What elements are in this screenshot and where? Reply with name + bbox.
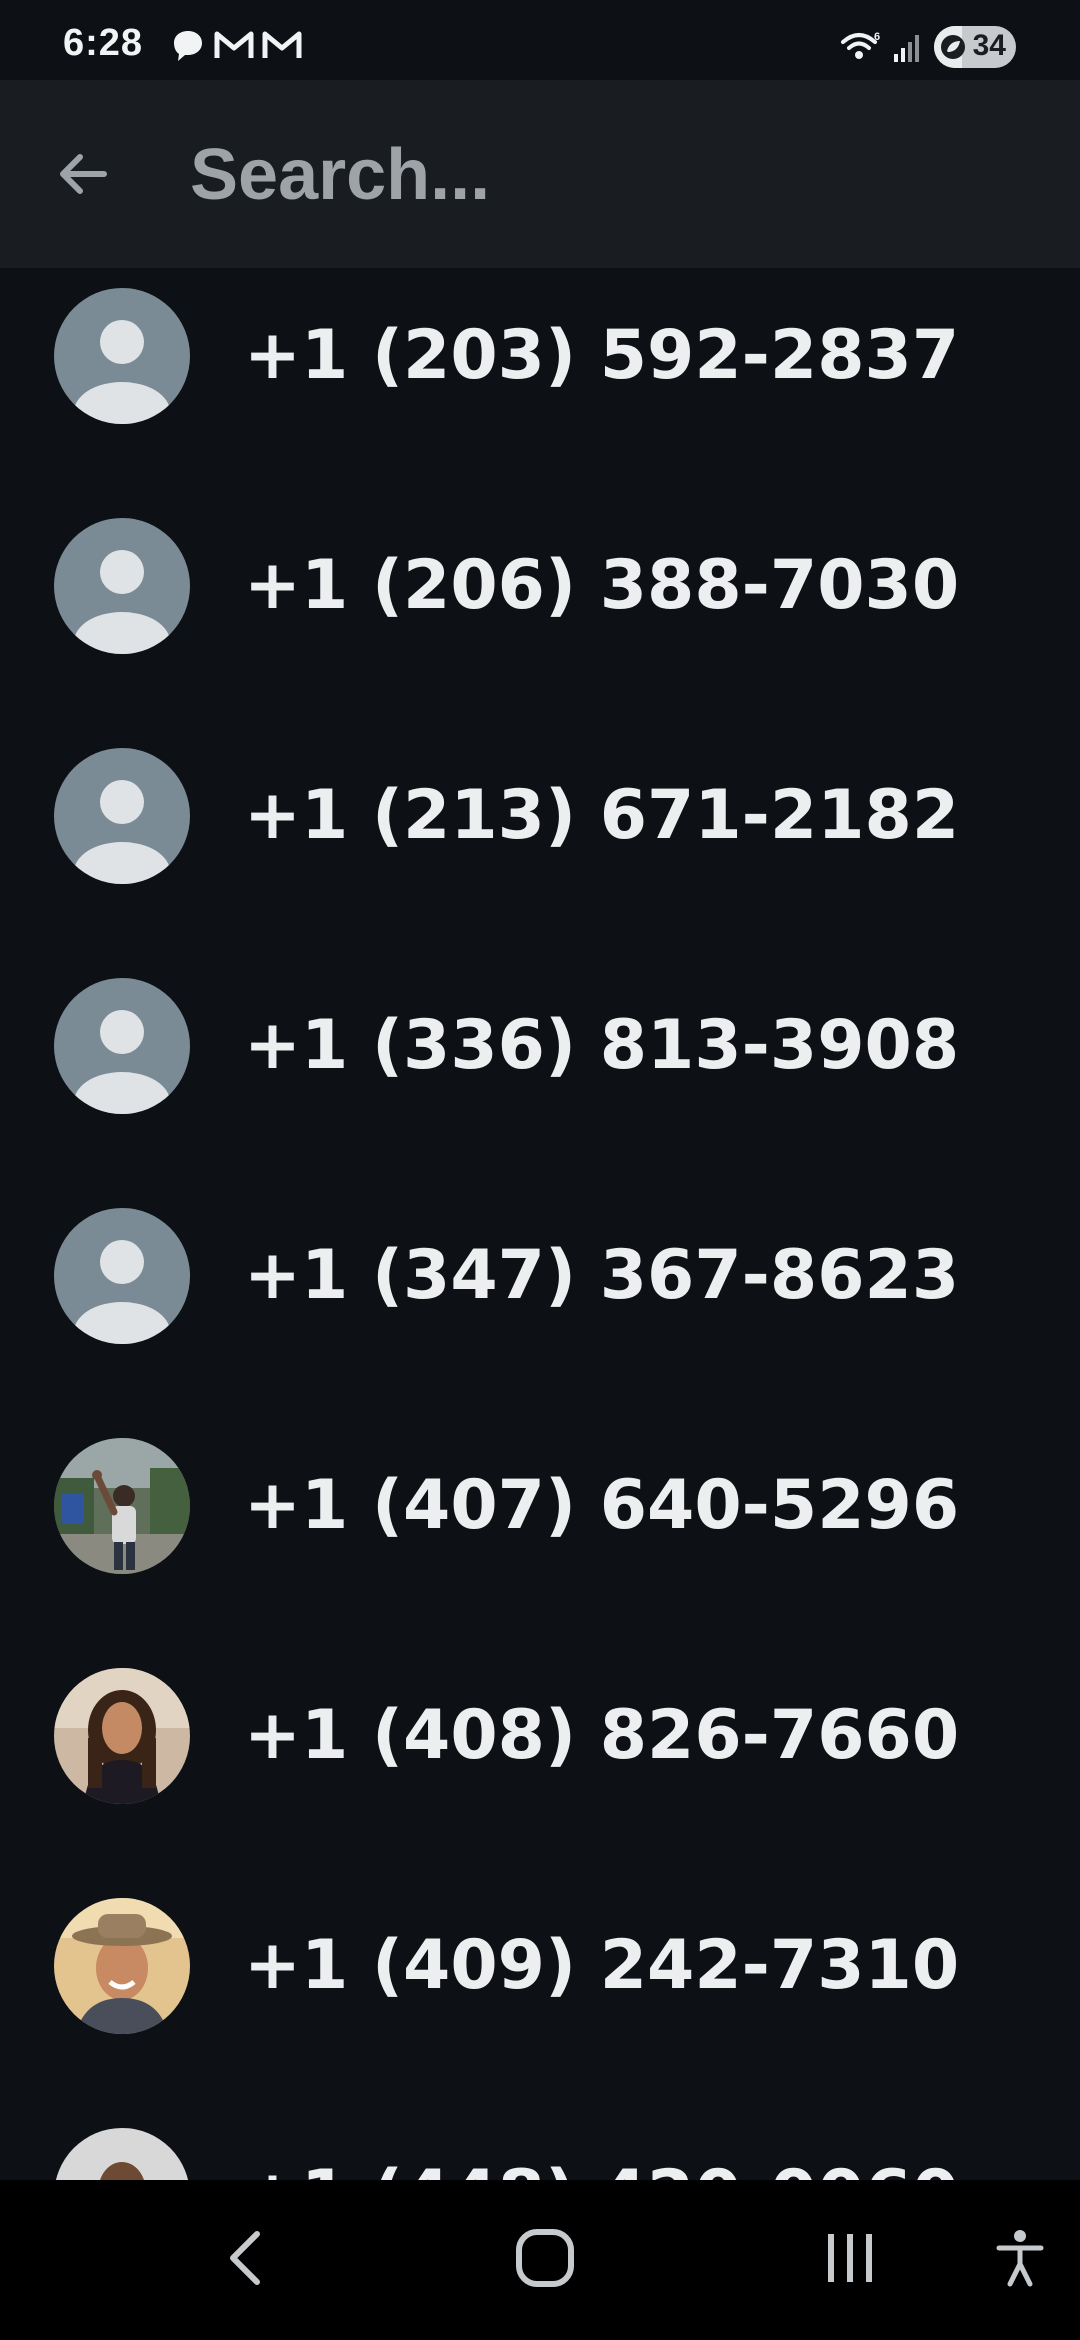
contact-list: +1 (203) 592-2837 +1 (206) 388-7030 +1 (… — [0, 268, 1080, 2180]
search-header — [0, 80, 1080, 268]
status-bar: 6:28 6 34 — [0, 0, 1080, 80]
nav-home-button[interactable] — [500, 2180, 590, 2340]
default-avatar — [54, 288, 190, 424]
default-avatar — [54, 1208, 190, 1344]
default-avatar — [54, 978, 190, 1114]
contact-row[interactable]: +1 (409) 242-7310 — [0, 1878, 1080, 2108]
contact-row[interactable]: +1 (407) 640-5296 — [0, 1418, 1080, 1648]
contact-phone: +1 (407) 640-5296 — [244, 1466, 960, 1545]
contact-phone: +1 (347) 367-8623 — [244, 1236, 960, 1315]
contact-phone: +1 (213) 671-2182 — [244, 776, 960, 855]
contact-photo-avatar — [54, 1668, 190, 1804]
contact-phone: +1 (203) 592-2837 — [244, 316, 960, 395]
contact-photo-avatar — [54, 1438, 190, 1574]
contact-phone: +1 (408) 826-7660 — [244, 1696, 960, 1775]
battery-saver-icon — [940, 34, 966, 64]
svg-text:6: 6 — [874, 31, 880, 43]
nav-recents-button[interactable] — [805, 2180, 895, 2340]
default-avatar — [54, 748, 190, 884]
back-button[interactable] — [40, 134, 124, 218]
contact-photo-avatar — [54, 1898, 190, 2034]
accessibility-icon — [995, 2228, 1045, 2292]
chat-bubble-icon — [170, 28, 206, 68]
contact-row[interactable]: +1 (213) 671-2182 — [0, 728, 1080, 958]
gmail-icon — [262, 28, 302, 68]
contact-row[interactable]: +1 (347) 367-8623 — [0, 1188, 1080, 1418]
nav-back-button[interactable] — [200, 2180, 290, 2340]
search-input[interactable] — [190, 130, 1010, 220]
arrow-left-icon — [52, 144, 112, 208]
gmail-icon — [214, 28, 254, 68]
nav-accessibility-button[interactable] — [990, 2180, 1050, 2340]
contact-row[interactable]: +1 (206) 388-7030 — [0, 498, 1080, 728]
home-icon — [514, 2227, 576, 2293]
contact-phone: +1 (448) 420-0060 — [244, 2156, 959, 2180]
contact-phone: +1 (206) 388-7030 — [244, 546, 960, 625]
recents-icon — [822, 2228, 878, 2292]
system-nav-bar — [0, 2180, 1080, 2340]
signal-icon — [892, 30, 924, 68]
contact-phone: +1 (409) 242-7310 — [244, 1926, 960, 2005]
contact-row[interactable]: +1 (408) 826-7660 — [0, 1648, 1080, 1878]
contact-photo-avatar — [54, 2128, 190, 2180]
contact-row[interactable]: +1 (448) 420-0060 — [0, 2108, 1080, 2180]
contact-phone: +1 (336) 813-3908 — [244, 1006, 960, 1085]
back-chevron-icon — [223, 2228, 267, 2292]
status-time: 6:28 — [63, 22, 144, 64]
contact-row[interactable]: +1 (336) 813-3908 — [0, 958, 1080, 1188]
default-avatar — [54, 518, 190, 654]
contact-row[interactable]: +1 (203) 592-2837 — [0, 268, 1080, 498]
battery-level: 34 — [972, 29, 1006, 62]
battery-indicator: 34 — [934, 26, 1016, 68]
wifi-icon: 6 — [840, 30, 882, 68]
